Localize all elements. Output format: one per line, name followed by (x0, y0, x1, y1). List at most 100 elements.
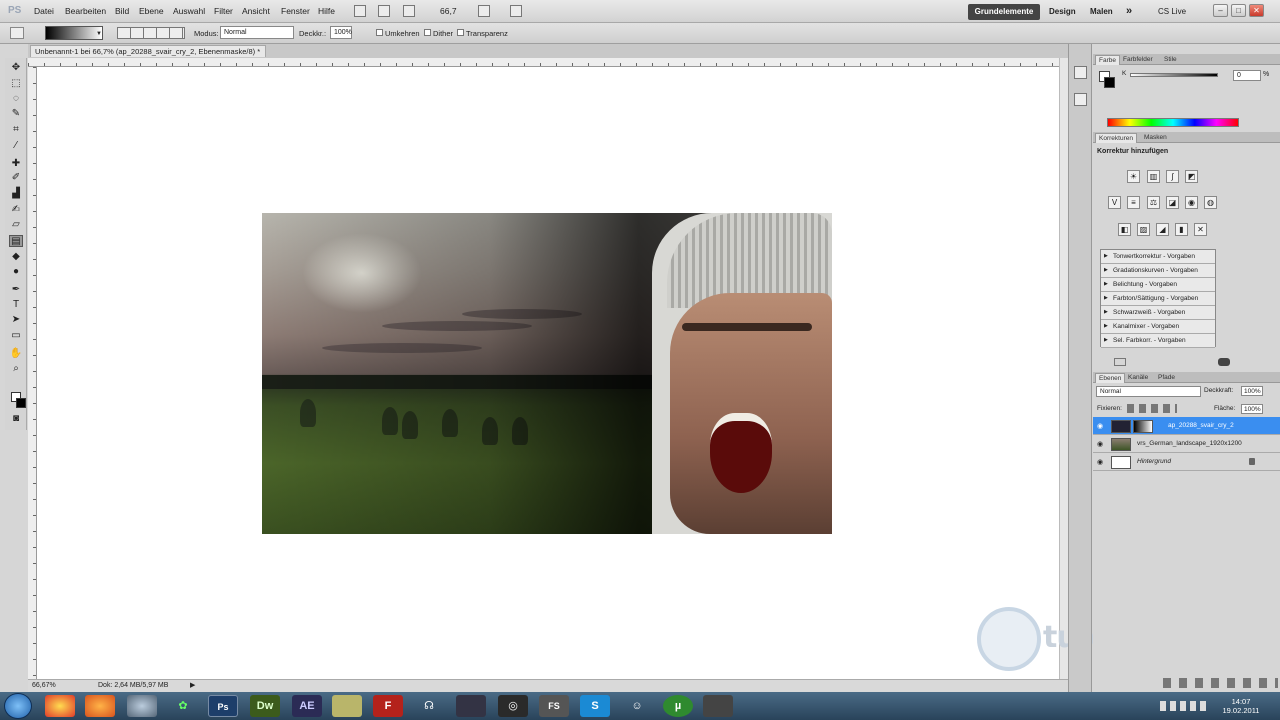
photoshop-icon[interactable]: Ps (208, 695, 238, 717)
dodge-tool-icon[interactable]: ● (9, 266, 23, 278)
utorrent-icon[interactable]: µ (663, 695, 693, 717)
hand-tool-icon[interactable]: ✋ (9, 348, 23, 360)
flaeche-input[interactable]: 100% (1241, 404, 1263, 414)
bridge-icon[interactable] (354, 5, 366, 17)
list-item[interactable]: Gradationskurven - Vorgaben (1101, 264, 1215, 278)
eye-icon[interactable]: ◉ (1097, 458, 1106, 466)
maximize-icon[interactable]: □ (1231, 4, 1246, 17)
eraser-tool-icon[interactable]: ▱ (9, 219, 23, 231)
layer-footer-icons[interactable] (1163, 678, 1278, 688)
close-icon[interactable]: ✕ (1249, 4, 1264, 17)
tab-pfade[interactable]: Pfade (1155, 373, 1178, 383)
media-icon[interactable] (456, 695, 486, 717)
tab-ebenen[interactable]: Ebenen (1095, 373, 1126, 383)
channel-mixer-icon[interactable]: ◍ (1204, 196, 1217, 209)
workspace-grundelemente[interactable]: Grundelemente (968, 4, 1040, 20)
actions-panel-icon[interactable] (1074, 93, 1087, 106)
gradient-type-buttons[interactable] (117, 27, 185, 39)
arrange-icon[interactable] (478, 5, 490, 17)
list-item[interactable]: Tonwertkorrektur - Vorgaben (1101, 250, 1215, 264)
layer-row-landscape[interactable]: ◉ vrs_German_landscape_1920x1200 (1093, 435, 1280, 453)
menu-ansicht[interactable]: Ansicht (242, 6, 270, 16)
invert-icon[interactable]: ◧ (1118, 223, 1131, 236)
type-tool-icon[interactable]: T (9, 299, 23, 311)
lock-icons[interactable] (1127, 404, 1177, 413)
adjustment-footer-icon[interactable] (1114, 358, 1126, 366)
tab-korrekturen[interactable]: Korrekturen (1095, 133, 1137, 143)
k-value-input[interactable]: 0 (1233, 70, 1261, 81)
hue-sat-icon[interactable]: ≡ (1127, 196, 1140, 209)
menu-ebene[interactable]: Ebene (139, 6, 164, 16)
gradient-map-icon[interactable]: ▮ (1175, 223, 1188, 236)
folder-icon[interactable] (332, 695, 362, 717)
path-select-icon[interactable]: ➤ (9, 314, 23, 326)
extras-icon[interactable] (403, 5, 415, 17)
document-tab[interactable]: Unbenannt-1 bei 66,7% (ap_20288_svair_cr… (30, 45, 266, 57)
layer-row-face[interactable]: ◉ ap_20288_svair_cry_2 (1093, 417, 1280, 435)
zoom-tool-icon[interactable]: ⌕ (9, 363, 23, 375)
list-item[interactable]: Belichtung - Vorgaben (1101, 278, 1215, 292)
list-item[interactable]: Sel. Farbkorr. - Vorgaben (1101, 334, 1215, 348)
modus-select[interactable]: Normal (220, 26, 294, 39)
history-panel-icon[interactable] (1074, 66, 1087, 79)
background-color-swatch[interactable] (16, 398, 26, 408)
shape-tool-icon[interactable]: ▭ (9, 330, 23, 342)
chevron-down-icon[interactable]: ▼ (96, 31, 102, 37)
chrome-icon[interactable] (45, 695, 75, 717)
photo-filter-icon[interactable]: ◉ (1185, 196, 1198, 209)
tab-farbfelder[interactable]: Farbfelder (1120, 55, 1156, 65)
eye-icon[interactable]: ◉ (1097, 440, 1106, 448)
minimize-icon[interactable]: – (1213, 4, 1228, 17)
firefox-icon[interactable] (85, 695, 115, 717)
tray-icons[interactable] (1160, 701, 1210, 711)
exposure-icon[interactable]: ◩ (1185, 170, 1198, 183)
after-effects-icon[interactable]: AE (292, 695, 322, 717)
blend-mode-select[interactable]: Normal (1096, 386, 1201, 397)
tool-app-icon[interactable] (703, 695, 733, 717)
adjustment-toggle-icon[interactable] (1218, 358, 1230, 366)
cs-live-button[interactable]: CS Live (1152, 4, 1192, 20)
fs-app-icon[interactable]: FS (539, 695, 569, 717)
umkehren-checkbox[interactable] (376, 29, 383, 36)
clock[interactable]: 14:07 19.02.2011 (1218, 697, 1264, 715)
skype-icon[interactable]: S (580, 695, 610, 717)
brightness-icon[interactable]: ☀ (1127, 170, 1140, 183)
history-brush-icon[interactable]: ✍ (9, 204, 23, 216)
status-zoom[interactable]: 66,67% (32, 682, 56, 689)
more-workspaces-icon[interactable]: » (1120, 4, 1138, 20)
levels-icon[interactable]: ▥ (1147, 170, 1160, 183)
tab-farbe[interactable]: Farbe (1095, 55, 1120, 65)
minibridge-icon[interactable] (378, 5, 390, 17)
menu-hilfe[interactable]: Hilfe (318, 6, 335, 16)
vibrance-icon[interactable]: V (1108, 196, 1121, 209)
menu-bearbeiten[interactable]: Bearbeiten (65, 6, 106, 16)
quick-mask-icon[interactable]: ◙ (9, 413, 23, 425)
selective-color-icon[interactable]: ✕ (1194, 223, 1207, 236)
healing-brush-icon[interactable]: ✚ (9, 158, 23, 170)
color-spectrum-bar[interactable] (1107, 118, 1239, 127)
workspace-malen[interactable]: Malen (1084, 4, 1119, 20)
blur-tool-icon[interactable]: ◆ (9, 251, 23, 263)
layer-mask-thumbnail[interactable] (1133, 420, 1153, 433)
steam-icon[interactable]: ◎ (498, 695, 528, 717)
posterize-icon[interactable]: ▨ (1137, 223, 1150, 236)
black-white-icon[interactable]: ◪ (1166, 196, 1179, 209)
curves-icon[interactable]: ∫ (1166, 170, 1179, 183)
list-item[interactable]: Kanalmixer - Vorgaben (1101, 320, 1215, 334)
menu-fenster[interactable]: Fenster (281, 6, 310, 16)
quick-select-icon[interactable]: ✎ (9, 108, 23, 120)
document-image[interactable] (262, 213, 832, 534)
eyedropper-icon[interactable]: ⁄ (9, 140, 23, 152)
stamp-tool-icon[interactable]: ▟ (9, 188, 23, 200)
vertical-scrollbar[interactable] (1059, 58, 1068, 679)
tool-preset-icon[interactable] (10, 27, 24, 39)
k-slider[interactable] (1130, 73, 1218, 77)
color-balance-icon[interactable]: ⚖ (1147, 196, 1160, 209)
marquee-tool-icon[interactable]: ⬚ (9, 78, 23, 90)
menu-auswahl[interactable]: Auswahl (173, 6, 205, 16)
icq-icon[interactable]: ✿ (168, 695, 198, 717)
color-background[interactable] (1104, 77, 1115, 88)
list-item[interactable]: Farbton/Sättigung - Vorgaben (1101, 292, 1215, 306)
layer-opacity-input[interactable]: 100% (1241, 386, 1263, 396)
status-arrow-icon[interactable]: ▶ (190, 681, 195, 689)
